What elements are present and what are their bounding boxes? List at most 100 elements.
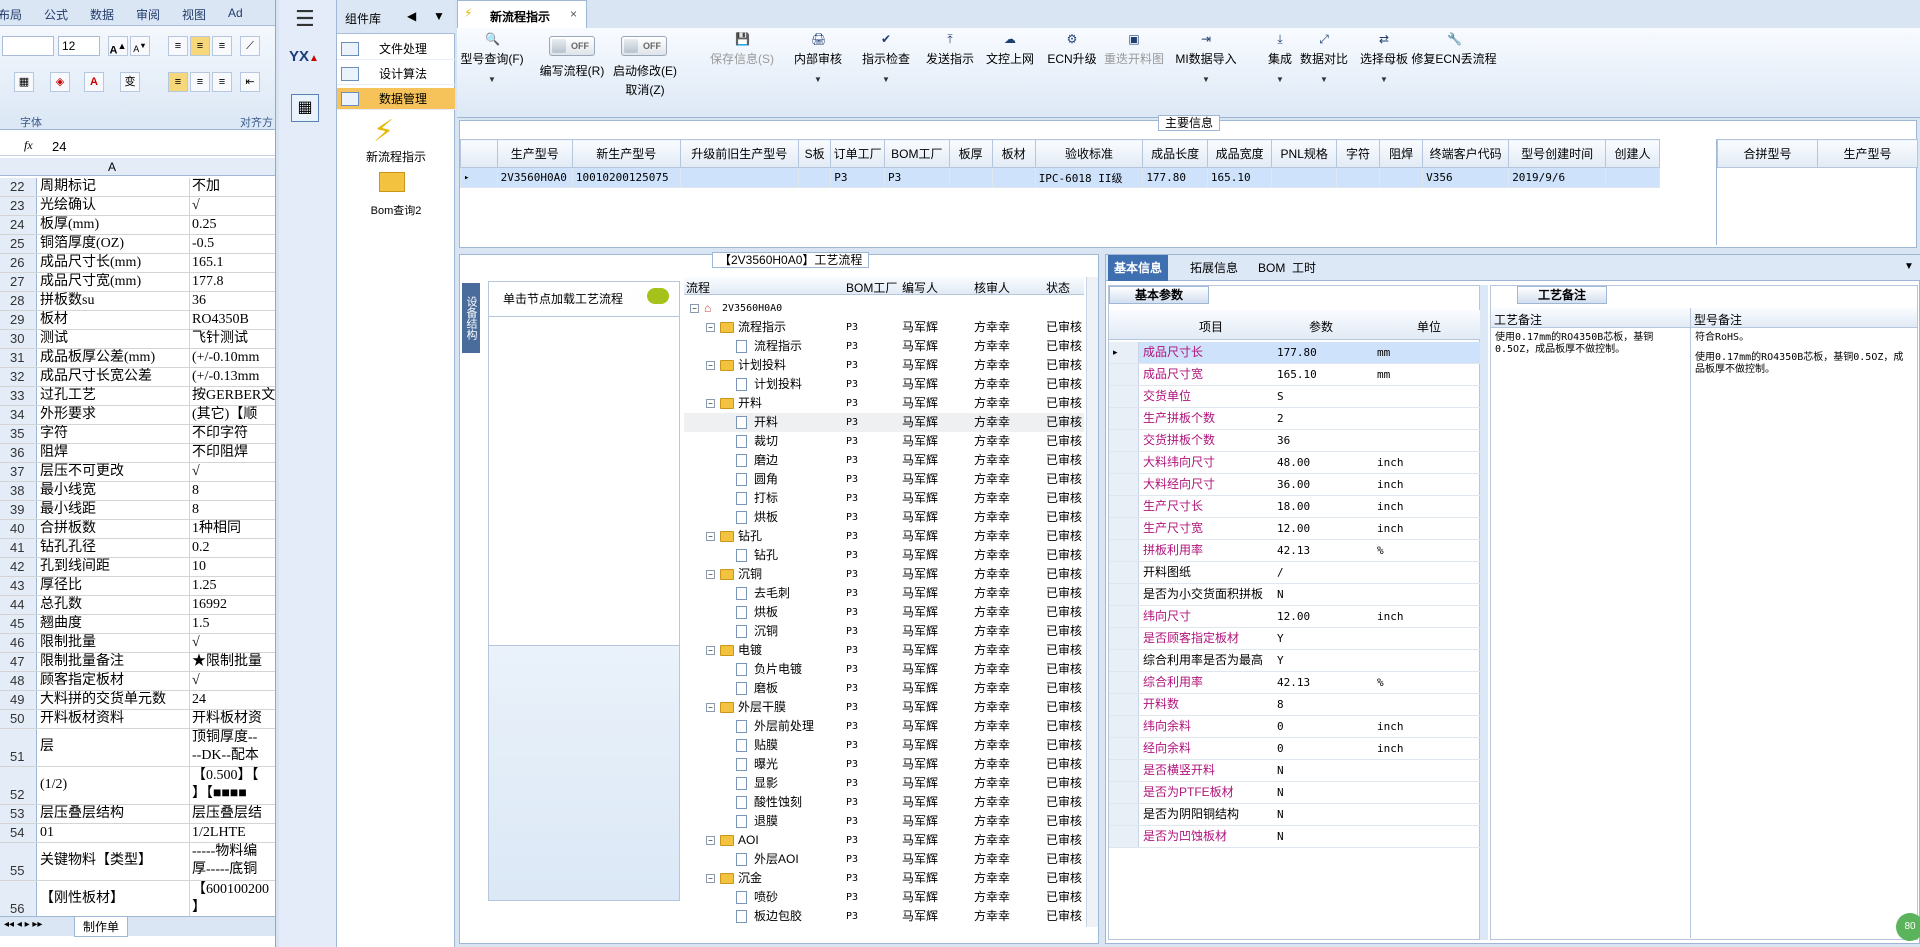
col-header[interactable]: 成品宽度 (1206, 139, 1273, 168)
logo[interactable]: YX▲ (289, 48, 323, 78)
right-tab-1[interactable]: 拓展信息 (1184, 255, 1244, 281)
cell-b[interactable]: 【600100200 】 (189, 881, 275, 918)
param-value[interactable]: 36 (1277, 430, 1373, 451)
border-icon[interactable]: ▦ (14, 72, 34, 92)
param-value[interactable]: 2 (1277, 408, 1373, 429)
cell-a[interactable]: 层压不可更改 (40, 463, 186, 481)
param-row[interactable]: 交货单位 S (1109, 386, 1481, 408)
sheet-tab-active[interactable]: 制作单 (74, 917, 129, 937)
table-cell[interactable] (1271, 167, 1337, 188)
tree-node[interactable]: − 开料 P3 马军辉 方幸幸 已审核 (684, 394, 1084, 413)
flow-col-header[interactable]: BOM工厂 (846, 279, 897, 296)
excel-row[interactable]: 52 (1/2) 【0.500】【 】【■■■■ (0, 767, 275, 805)
cell-a[interactable]: 总孔数 (40, 596, 186, 614)
param-value[interactable]: N (1277, 760, 1373, 781)
flow-col-header[interactable]: 核审人 (974, 279, 1010, 296)
cell-b[interactable]: 0.25 (189, 216, 275, 234)
cell-a[interactable]: 成品尺寸长宽公差 (40, 368, 186, 386)
tree-node[interactable]: 沉铜 P3 马军辉 方幸幸 已审核 (684, 622, 1084, 641)
col-header[interactable]: 型号创建时间 (1508, 139, 1607, 168)
toolbar-button-9[interactable]: ▣ 重迭开料图 (1099, 32, 1169, 67)
col-header[interactable]: 验收标准 (1034, 139, 1144, 168)
tree-node[interactable]: 裁切 P3 马军辉 方幸幸 已审核 (684, 432, 1084, 451)
excel-row[interactable]: 24 板厚(mm) 0.25 (0, 216, 275, 235)
table-cell[interactable]: 165.10 (1206, 167, 1273, 188)
cell-a[interactable]: 阻焊 (40, 444, 186, 462)
cell-a[interactable]: 铜箔厚度(OZ) (40, 235, 186, 253)
expand-icon[interactable]: − (706, 532, 715, 541)
excel-row[interactable]: 44 总孔数 16992 (0, 596, 275, 615)
menu-icon[interactable]: ☰ (295, 6, 315, 32)
col-header[interactable]: BOM工厂 (884, 139, 950, 168)
excel-row[interactable]: 38 最小线宽 8 (0, 482, 275, 501)
excel-row[interactable]: 34 外形要求 (其它)【顺 (0, 406, 275, 425)
excel-row[interactable]: 30 测试 飞针测试 (0, 330, 275, 349)
param-value[interactable]: N (1277, 826, 1373, 847)
tree-node[interactable]: 外层AOI P3 马军辉 方幸幸 已审核 (684, 850, 1084, 869)
tree-node[interactable]: 外层前处理 P3 马军辉 方幸幸 已审核 (684, 717, 1084, 736)
cell-b[interactable]: 按GERBER文 (189, 387, 275, 405)
splitter[interactable] (1480, 285, 1488, 940)
cell-b[interactable]: 1.25 (189, 577, 275, 595)
param-row[interactable]: 是否为小交货面积拼板 N (1109, 584, 1481, 606)
tree-node[interactable]: − 流程指示 P3 马军辉 方幸幸 已审核 (684, 318, 1084, 337)
excel-row[interactable]: 35 字符 不印字符 (0, 425, 275, 444)
cell-a[interactable]: 合拼板数 (40, 520, 186, 538)
param-row[interactable]: ▸ 成品尺寸长 177.80 mm (1109, 342, 1481, 364)
formula-bar[interactable]: fx 24 (0, 136, 275, 156)
tree-node[interactable]: − ⌂ 2V3560H0A0 (684, 299, 1084, 318)
table-cell[interactable]: 177.80 (1142, 167, 1208, 188)
bom-query-label[interactable]: Bom查询2 (343, 202, 449, 218)
merge-col-header[interactable]: 生产型号 (1817, 139, 1918, 168)
param-row[interactable]: 经向余料 0 inch (1109, 738, 1481, 760)
dropdown-arrow-icon[interactable]: ▼ (1349, 75, 1419, 84)
flow-scrollbar[interactable] (1086, 277, 1098, 927)
param-value[interactable]: Y (1277, 650, 1373, 671)
col-header[interactable]: 板材 (991, 139, 1036, 168)
param-value[interactable]: 36.00 (1277, 474, 1373, 495)
expand-icon[interactable]: − (706, 703, 715, 712)
excel-row[interactable]: 42 孔到线间距 10 (0, 558, 275, 577)
model-note-text-2[interactable]: 使用0.17mm的RO4350B芯板，基铜0.5OZ，成品板厚不做控制。 (1691, 348, 1917, 380)
excel-row[interactable]: 39 最小线距 8 (0, 501, 275, 520)
cell-b[interactable]: 8 (189, 482, 275, 500)
param-row[interactable]: 生产尺寸宽 12.00 inch (1109, 518, 1481, 540)
excel-row[interactable]: 49 大料拼的交货单元数 24 (0, 691, 275, 710)
param-row[interactable]: 成品尺寸宽 165.10 mm (1109, 364, 1481, 386)
excel-tab-2[interactable]: 数据 (90, 6, 114, 23)
col-header[interactable]: 新生产型号 (571, 139, 681, 168)
right-tab-0[interactable]: 基本信息 (1108, 255, 1169, 281)
cell-b[interactable]: 16992 (189, 596, 275, 614)
param-row[interactable]: 综合利用率 42.13% (1109, 672, 1481, 694)
align-left-icon[interactable]: ≡ (168, 72, 188, 92)
close-icon[interactable]: × (570, 7, 577, 21)
param-value[interactable]: N (1277, 782, 1373, 803)
cell-a[interactable]: 成品板厚公差(mm) (40, 349, 186, 367)
toolbar-button-0[interactable]: 🔍 型号查询(F) ▼ (457, 32, 527, 84)
cell-b[interactable]: 1种相同 (189, 520, 275, 538)
cell-b[interactable]: 8 (189, 501, 275, 519)
expand-icon[interactable]: − (690, 304, 699, 313)
tree-node[interactable]: − AOI P3 马军辉 方幸幸 已审核 (684, 831, 1084, 850)
cell-b[interactable]: 顶铜厚度-- --DK--配本 (189, 729, 275, 766)
tree-node[interactable]: − 外层干膜 P3 马军辉 方幸幸 已审核 (684, 698, 1084, 717)
cell-a[interactable]: (1/2) (40, 776, 186, 794)
cell-a[interactable]: 过孔工艺 (40, 387, 186, 405)
param-value[interactable]: 42.13 (1277, 672, 1373, 693)
expand-icon[interactable]: − (706, 646, 715, 655)
cell-a[interactable]: 孔到线间距 (40, 558, 186, 576)
cell-a[interactable]: 限制批量 (40, 634, 186, 652)
table-cell[interactable] (1379, 167, 1424, 188)
cell-b[interactable]: (+/-0.10mm (189, 349, 275, 367)
excel-row[interactable]: 46 限制批量 √ (0, 634, 275, 653)
param-row[interactable]: 是否为凹蚀板材 N (1109, 826, 1481, 848)
tree-node[interactable]: − 钻孔 P3 马军辉 方幸幸 已审核 (684, 527, 1084, 546)
param-row[interactable]: 拼板利用率 42.13% (1109, 540, 1481, 562)
craft-note-text[interactable]: 使用0.17mm的RO4350B芯板，基铜0.5OZ，成品板厚不做控制。 (1491, 328, 1690, 360)
cell-b[interactable]: 不加 (189, 178, 275, 196)
cell-a[interactable]: 关键物料【类型】 (40, 852, 186, 870)
cell-a[interactable]: 周期标记 (40, 178, 186, 196)
table-cell[interactable]: 2V3560H0A0 (496, 167, 573, 188)
orientation-icon[interactable]: ⟋ (240, 36, 260, 56)
cell-a[interactable]: 【刚性板材】 (40, 890, 186, 908)
